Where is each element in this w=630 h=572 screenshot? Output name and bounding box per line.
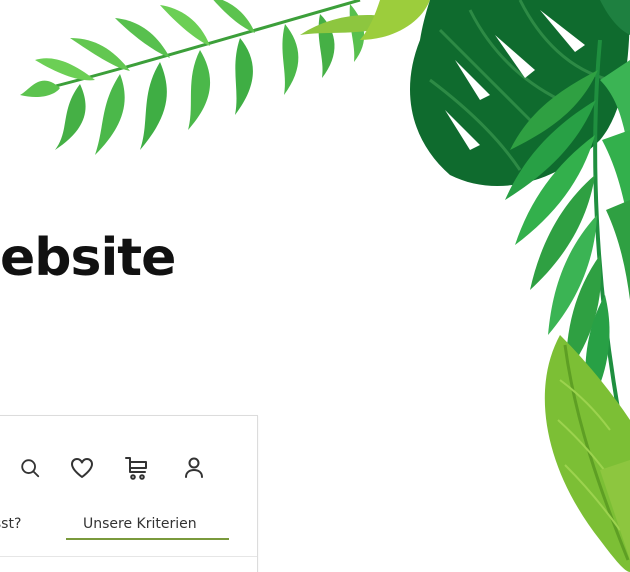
cart-icon[interactable] [122,453,152,483]
search-icon[interactable] [15,453,45,483]
lime-leaf-bottom-right [544,335,630,572]
user-icon[interactable] [179,453,209,483]
header-toolbar [0,453,257,483]
active-nav-underline [66,538,229,540]
monstera-leaf [410,0,630,187]
website-preview: usst? Unsere Kriterien [0,415,258,572]
preview-divider [0,556,257,557]
palm-frond-top-left [20,0,430,155]
page-title: ebsite [0,228,176,288]
nav-item-unsere-kriterien[interactable]: Unsere Kriterien [83,516,197,532]
page: ebsite st? Unsere Kriterien [0,0,630,572]
palm-frond-right [505,39,630,421]
nav-item-cut[interactable]: usst? [0,516,21,532]
heart-icon[interactable] [67,453,97,483]
